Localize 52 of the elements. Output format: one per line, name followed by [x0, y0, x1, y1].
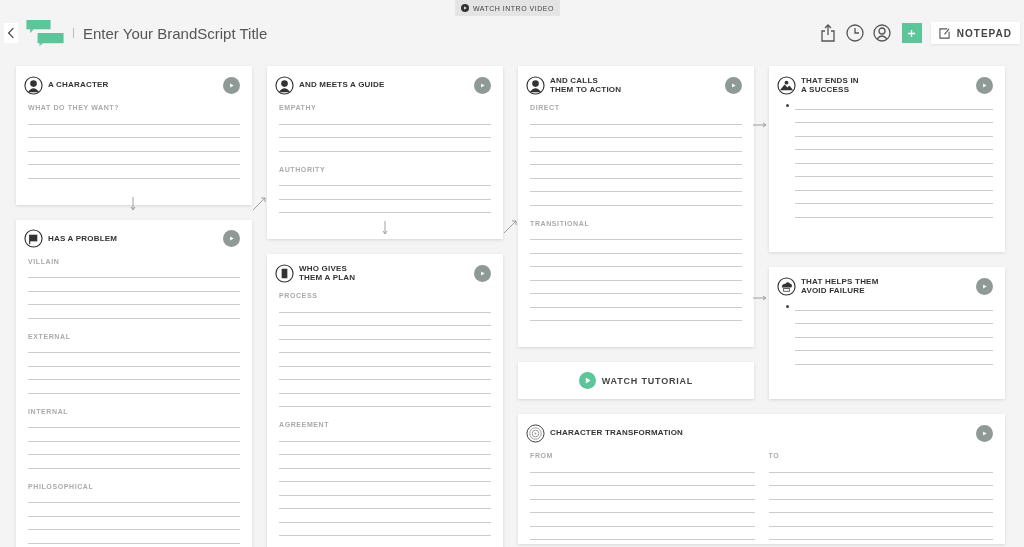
card-title: CHARACTER TRANSFORMATION — [550, 428, 684, 438]
bullet-dot — [786, 104, 789, 107]
connector-arrow — [380, 221, 390, 235]
play-icon — [228, 81, 235, 89]
card-title: THAT ENDS IN A SUCCESS — [801, 75, 859, 95]
plus-icon — [907, 28, 917, 38]
connector-arrow — [753, 294, 767, 302]
share-icon[interactable] — [818, 24, 837, 42]
connector-arrow — [128, 197, 138, 211]
play-button[interactable] — [976, 424, 993, 442]
sun-mountain-icon — [777, 75, 796, 95]
play-button[interactable] — [223, 230, 240, 247]
person-icon — [526, 75, 545, 95]
speech-bubbles-logo-icon — [26, 20, 64, 46]
play-icon — [479, 269, 486, 277]
play-button[interactable] — [725, 76, 742, 94]
play-icon — [578, 372, 596, 389]
clock-icon[interactable] — [845, 24, 864, 42]
play-icon — [461, 4, 469, 12]
card-title: AND MEETS A GUIDE — [299, 80, 385, 90]
connector-arrow — [503, 220, 517, 234]
play-button[interactable] — [976, 277, 993, 295]
cloud-icon — [777, 276, 796, 296]
fingerprint-icon — [526, 423, 545, 443]
play-button[interactable] — [474, 76, 491, 94]
card-title: HAS A PROBLEM — [48, 233, 118, 244]
play-icon — [479, 81, 486, 89]
person-icon — [24, 75, 43, 95]
user-icon[interactable] — [872, 24, 891, 42]
watch-tutorial-button[interactable]: WATCH TUTORIAL — [518, 362, 754, 399]
play-button[interactable] — [223, 76, 240, 94]
add-button[interactable] — [901, 23, 922, 43]
notepad-button[interactable]: NOTEPAD — [930, 22, 1020, 44]
card-title: WHO GIVES THEM A PLAN — [299, 263, 356, 283]
edit-icon — [938, 27, 950, 39]
play-icon — [981, 81, 988, 89]
play-icon — [730, 81, 737, 89]
flag-icon — [24, 229, 43, 248]
play-icon — [228, 235, 235, 242]
person-icon — [275, 75, 294, 95]
play-button[interactable] — [976, 76, 993, 94]
card-title: A CHARACTER — [48, 80, 109, 90]
card-title: AND CALLS THEM TO ACTION — [550, 75, 622, 95]
brandscript-title[interactable]: Enter Your BrandScript Title — [83, 24, 268, 42]
connector-arrow — [252, 197, 266, 211]
play-icon — [981, 282, 988, 290]
connector-arrow — [753, 121, 767, 129]
card-title: THAT HELPS THEM AVOID FAILURE — [801, 276, 879, 296]
back-icon[interactable] — [4, 23, 18, 43]
bullet-dot — [786, 305, 789, 308]
play-button[interactable] — [474, 264, 491, 282]
play-icon — [981, 429, 988, 437]
